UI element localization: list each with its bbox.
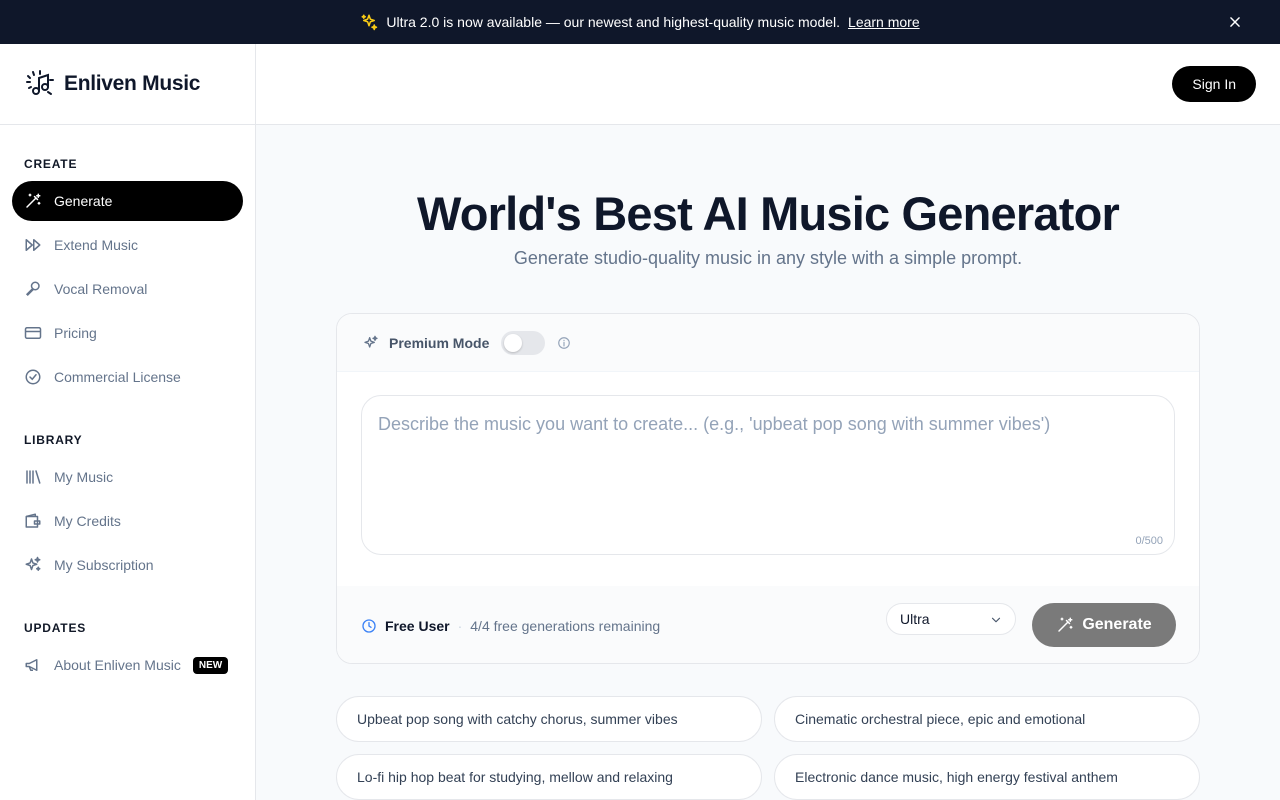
clock-icon	[361, 618, 377, 634]
suggestion-chip[interactable]: Lo-fi hip hop beat for studying, mellow …	[336, 754, 762, 800]
sidebar-item-label: My Credits	[54, 513, 121, 529]
magic-wand-icon	[1056, 616, 1074, 634]
page-title: World's Best AI Music Generator	[417, 187, 1120, 240]
chevron-down-icon	[989, 613, 1003, 627]
separator: ·	[457, 617, 463, 634]
check-badge-icon	[24, 368, 42, 386]
wallet-icon	[24, 512, 42, 530]
announcement-banner: Ultra 2.0 is now available — our newest …	[0, 0, 1280, 44]
sparkles-icon	[24, 556, 42, 574]
sidebar-item-label: Generate	[54, 193, 113, 209]
suggestion-chip[interactable]: Electronic dance music, high energy fest…	[774, 754, 1200, 800]
sparkle-icon	[363, 335, 379, 351]
sidebar-item-generate[interactable]: Generate	[12, 181, 243, 221]
sidebar-item-about[interactable]: About Enliven Music NEW	[12, 645, 243, 685]
sidebar-item-label: About Enliven Music	[54, 657, 181, 673]
top-bar: Sign In	[256, 44, 1280, 125]
sidebar-item-pricing[interactable]: Pricing	[12, 313, 243, 353]
learn-more-link[interactable]: Learn more	[848, 14, 920, 30]
sidebar-item-label: My Subscription	[54, 557, 154, 573]
library-icon	[24, 468, 42, 486]
sidebar-item-label: Pricing	[54, 325, 97, 341]
toggle-knob	[504, 333, 523, 352]
suggestion-chip[interactable]: Cinematic orchestral piece, epic and emo…	[774, 696, 1200, 742]
sidebar-item-my-credits[interactable]: My Credits	[12, 501, 243, 541]
suggestion-chip[interactable]: Upbeat pop song with catchy chorus, summ…	[336, 696, 762, 742]
magic-wand-icon	[24, 192, 42, 210]
sidebar-item-label: Commercial License	[54, 369, 181, 385]
premium-mode-toggle[interactable]	[501, 330, 546, 355]
generator-footer: Free User · 4/4 free generations remaini…	[337, 586, 1199, 663]
info-icon[interactable]	[557, 336, 571, 350]
generator-card: Premium Mode 0/500 Free User · 4/4 free …	[336, 313, 1200, 664]
microphone-icon	[24, 280, 42, 298]
sidebar-item-my-subscription[interactable]: My Subscription	[12, 545, 243, 585]
sidebar-item-label: Extend Music	[54, 237, 139, 253]
character-counter: 0/500	[1135, 535, 1163, 547]
sidebar-item-label: My Music	[54, 469, 114, 485]
sidebar-item-my-music[interactable]: My Music	[12, 457, 243, 497]
new-badge: NEW	[192, 656, 229, 674]
sparkle-icon	[360, 13, 378, 31]
generations-remaining: 4/4 free generations remaining	[470, 617, 661, 634]
model-select[interactable]: Ultra	[886, 603, 1016, 635]
premium-mode-row: Premium Mode	[337, 314, 1199, 372]
sign-in-button[interactable]: Sign In	[1172, 66, 1256, 102]
sidebar: Enliven Music CREATE Generate Extend Mus…	[0, 44, 256, 800]
close-icon[interactable]	[1226, 13, 1244, 31]
credit-card-icon	[24, 324, 42, 342]
section-title-updates: UPDATES	[24, 621, 87, 635]
generate-button-label: Generate	[1082, 616, 1152, 633]
megaphone-icon	[24, 656, 42, 674]
fast-forward-icon	[24, 236, 42, 254]
brand[interactable]: Enliven Music	[0, 44, 255, 125]
section-title-create: CREATE	[24, 157, 78, 171]
generate-button[interactable]: Generate	[1032, 603, 1176, 647]
sidebar-item-label: Vocal Removal	[54, 281, 148, 297]
banner-text: Ultra 2.0 is now available — our newest …	[386, 14, 841, 30]
prompt-input[interactable]	[361, 395, 1175, 555]
user-tier: Free User	[385, 617, 450, 634]
sidebar-item-vocal-removal[interactable]: Vocal Removal	[12, 269, 243, 309]
page-subtitle: Generate studio-quality music in any sty…	[513, 248, 1023, 268]
sidebar-item-commercial-license[interactable]: Commercial License	[12, 357, 243, 397]
music-note-logo	[24, 68, 56, 100]
premium-mode-label: Premium Mode	[389, 334, 490, 351]
sidebar-item-extend-music[interactable]: Extend Music	[12, 225, 243, 265]
section-title-library: LIBRARY	[24, 433, 83, 447]
model-select-value: Ultra	[900, 611, 930, 627]
brand-name: Enliven Music	[64, 72, 201, 95]
